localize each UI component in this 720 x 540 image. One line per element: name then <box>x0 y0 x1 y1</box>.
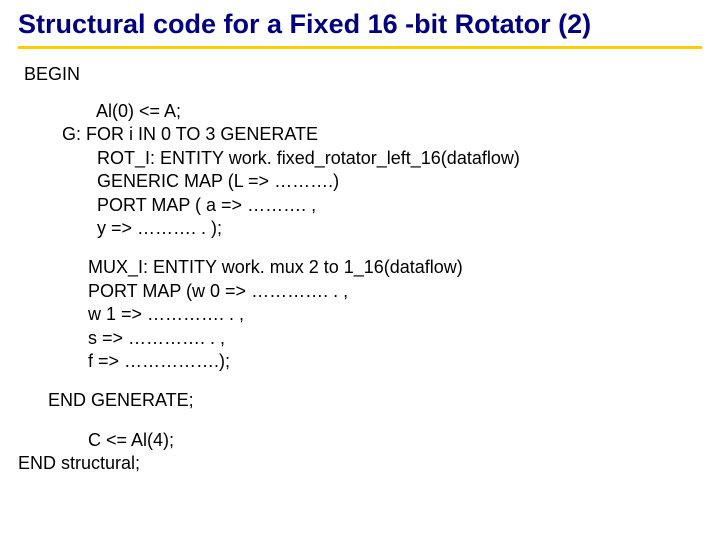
code-line: GENERIC MAP (L => ……….) <box>62 170 702 193</box>
code-body: BEGIN Al(0) <= A; G: FOR i IN 0 TO 3 GEN… <box>18 63 702 476</box>
begin-keyword: BEGIN <box>24 63 702 86</box>
code-line: PORT MAP ( a => ………. , <box>62 194 702 217</box>
slide-title: Structural code for a Fixed 16 -bit Rota… <box>18 10 702 49</box>
mux-block: MUX_I: ENTITY work. mux 2 to 1_16(datafl… <box>88 256 702 373</box>
code-line: ROT_I: ENTITY work. fixed_rotator_left_1… <box>62 147 702 170</box>
code-line: f => …………….); <box>88 350 702 373</box>
end-generate: END GENERATE; <box>48 389 702 412</box>
code-line: Al(0) <= A; <box>62 100 702 123</box>
code-line: w 1 => …………. . , <box>88 303 702 326</box>
code-line: END structural; <box>18 452 702 475</box>
slide-container: Structural code for a Fixed 16 -bit Rota… <box>0 0 720 540</box>
code-line: MUX_I: ENTITY work. mux 2 to 1_16(datafl… <box>88 256 702 279</box>
generate-block: Al(0) <= A; G: FOR i IN 0 TO 3 GENERATE … <box>62 100 702 240</box>
code-line: y => ………. . ); <box>62 217 702 240</box>
code-line: G: FOR i IN 0 TO 3 GENERATE <box>62 123 702 146</box>
tail-block: C <= Al(4); END structural; <box>18 429 702 476</box>
code-line: s => …………. . , <box>88 327 702 350</box>
code-line: PORT MAP (w 0 => …………. . , <box>88 280 702 303</box>
code-line: C <= Al(4); <box>88 429 702 452</box>
